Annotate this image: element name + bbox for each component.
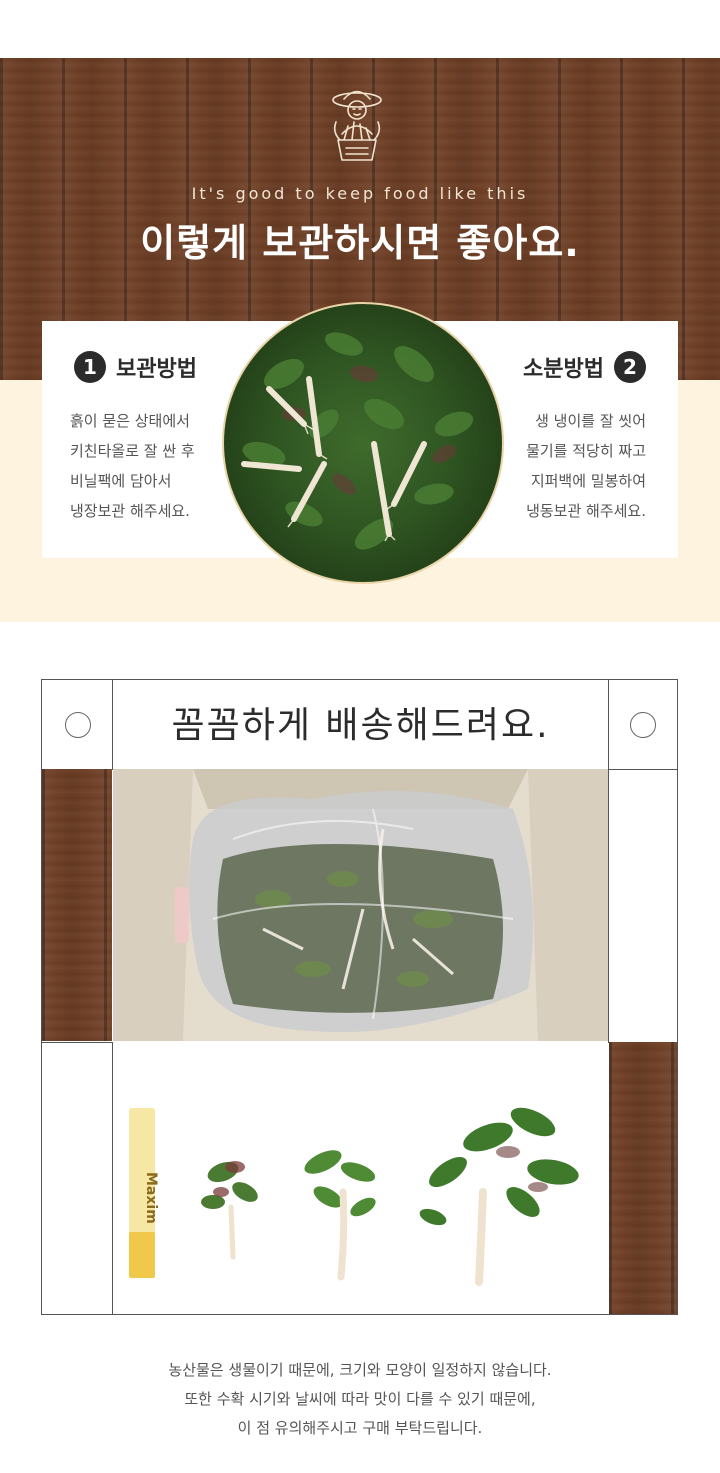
- step2-line: 냉동보관 해주세요.: [526, 502, 646, 520]
- step1-number-badge: 1: [74, 351, 106, 383]
- herb-illustration: [241, 332, 474, 550]
- farmer-logo-icon: [332, 90, 382, 161]
- notice-line: 또한 수확 시기와 날씨에 따라 맛이 다를 수 있기 때문에,: [184, 1390, 536, 1408]
- produce-notice: 농산물은 생물이기 때문에, 크기와 모양이 일정하지 않습니다. 또한 수확 …: [0, 1356, 720, 1443]
- ticket-hole-icon: [630, 712, 656, 738]
- step1-heading: 1 보관방법: [74, 351, 197, 383]
- wood-panel-left: [42, 769, 112, 1041]
- step1-line: 냉장보관 해주세요.: [70, 502, 190, 520]
- banner-subtitle: It's good to keep food like this: [191, 184, 529, 203]
- step2-heading: 소분방법 2: [523, 351, 646, 383]
- notice-line: 농산물은 생물이기 때문에, 크기와 모양이 일정하지 않습니다.: [168, 1361, 552, 1379]
- herb-size-illustration: Maxim: [129, 1107, 579, 1286]
- banner-title: 이렇게 보관하시면 좋아요.: [140, 221, 580, 265]
- stick-label: Maxim: [143, 1172, 159, 1224]
- herb-size-comparison-photo: Maxim: [113, 1042, 608, 1314]
- delivery-title: 꼼꼼하게 배송해드려요.: [171, 705, 550, 746]
- step2-title: 소분방법: [523, 357, 604, 382]
- wood-panel-right: [609, 1042, 677, 1314]
- frame-divider: [608, 680, 609, 769]
- frame-divider: [608, 769, 609, 1042]
- top-spacer: [0, 0, 720, 58]
- packed-box-photo: [113, 769, 608, 1041]
- herb-basket-photo: [222, 302, 504, 584]
- notice-line: 이 점 유의해주시고 구매 부탁드립니다.: [237, 1419, 483, 1437]
- ticket-hole-icon: [65, 712, 91, 738]
- step2-number-badge: 2: [614, 351, 646, 383]
- box-illustration: [113, 769, 608, 1041]
- storage-section: It's good to keep food like this 이렇게 보관하…: [0, 0, 720, 622]
- step1-line: 비닐팩에 담아서: [70, 472, 172, 490]
- step1-title: 보관방법: [116, 357, 197, 382]
